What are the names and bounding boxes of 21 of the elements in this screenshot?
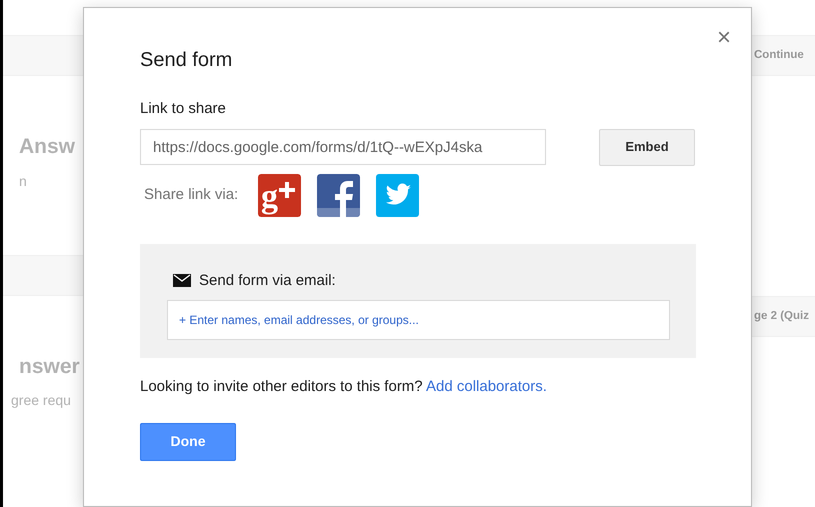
envelope-icon [173, 274, 191, 288]
section-heading: nswer [19, 354, 80, 380]
section-bar: Continue [751, 35, 815, 76]
section-heading: Answ [19, 134, 76, 160]
invite-text: Looking to invite other editors to this form? Add collaborators. [140, 377, 548, 397]
dialog-title: Send form [140, 48, 234, 72]
embed-button[interactable]: Embed [599, 128, 695, 166]
field-label: Link to share [140, 99, 227, 119]
add-collaborators-link[interactable]: Add collaborators. [426, 378, 547, 395]
done-button[interactable]: Done [140, 422, 236, 460]
google-plus-icon[interactable]: g [258, 174, 302, 216]
section-note: gree requ [11, 391, 71, 410]
twitter-icon[interactable] [376, 174, 420, 216]
section-bar: ge 2 (Quiz [751, 296, 815, 337]
link-field[interactable]: https://docs.google.com/forms/d/1tQ--wEXpJ4ska [140, 129, 546, 165]
email-label: Send form via email: [199, 270, 336, 290]
close-button[interactable]: × [716, 26, 731, 50]
facebook-icon[interactable] [317, 174, 360, 216]
section-note: n [19, 172, 27, 190]
email-field[interactable]: + Enter names, email addresses, or groups... [167, 300, 670, 340]
share-label: Share link via: [144, 184, 238, 205]
